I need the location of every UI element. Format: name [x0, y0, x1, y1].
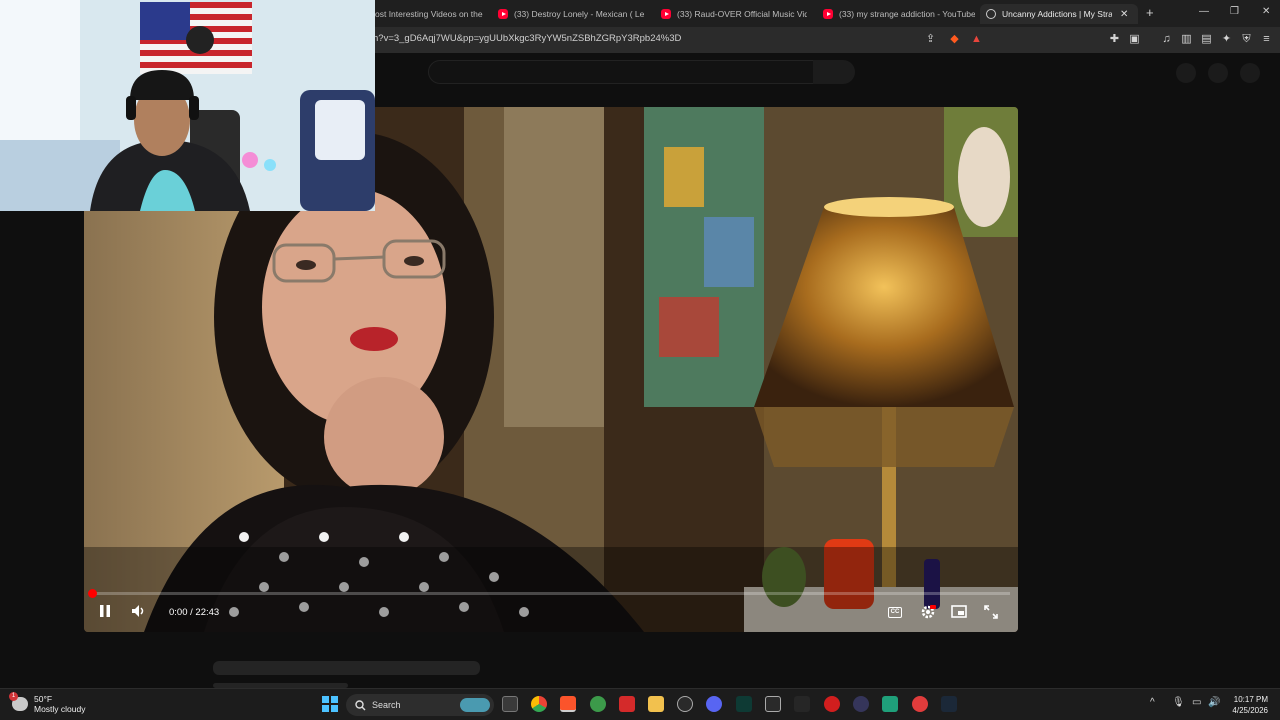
volume-icon	[132, 605, 144, 617]
vpn-icon[interactable]: ⛨	[1240, 33, 1253, 46]
wallet-icon[interactable]: ▤	[1200, 33, 1213, 46]
youtube-icon	[498, 9, 508, 19]
weather-temp: 50°F	[34, 694, 53, 704]
app-green-icon[interactable]	[882, 696, 898, 712]
capcut-icon[interactable]	[619, 696, 635, 712]
time-display: 0:00 / 22:43	[169, 607, 219, 618]
tab-destroy-lonely[interactable]: (33) Destroy Lonely - Mexican ( Leak	[498, 4, 644, 24]
taskbar-search[interactable]: Search	[346, 694, 494, 716]
app-icon[interactable]	[794, 696, 810, 712]
loading-icon	[986, 9, 996, 19]
search-icon	[355, 699, 366, 710]
music-icon[interactable]: ♫	[1160, 33, 1173, 46]
weather-widget[interactable]: 1 50°F Mostly cloudy	[9, 692, 86, 714]
obs-icon[interactable]	[853, 696, 869, 712]
brave-rewards-icon[interactable]: ▲	[970, 33, 983, 46]
youtube-search-button[interactable]	[813, 60, 855, 84]
tab-label: ost Interesting Videos on the I	[375, 9, 485, 19]
extensions-icon[interactable]: ✚	[1108, 33, 1121, 46]
steam-icon[interactable]	[941, 696, 957, 712]
weather-badge: 1	[9, 692, 18, 701]
system-clock[interactable]: 10:17 PM 4/25/2026	[1224, 694, 1268, 716]
xbox-icon[interactable]	[590, 696, 606, 712]
windows-logo-pane	[322, 705, 329, 712]
restore-button[interactable]: ❐	[1230, 6, 1239, 17]
youtube-search-input[interactable]	[428, 60, 814, 84]
windows-logo-pane	[331, 705, 338, 712]
start-button[interactable]	[322, 696, 338, 712]
windows-logo-icon	[322, 696, 329, 703]
terminal-icon[interactable]	[736, 696, 752, 712]
keyboard-icon[interactable]	[765, 696, 781, 712]
clock-time: 10:17 PM	[1233, 695, 1268, 704]
tab-label: (33) Destroy Lonely - Mexican ( Leak	[514, 9, 644, 19]
cursor-app-icon[interactable]	[677, 696, 693, 712]
youtube-icon	[823, 9, 833, 19]
chrome-icon[interactable]	[531, 696, 547, 712]
miniplayer-icon	[951, 605, 967, 618]
leo-ai-icon[interactable]: ✦	[1220, 33, 1233, 46]
notifications-icon[interactable]	[1208, 63, 1228, 83]
microphone-icon[interactable]: 🎙	[1172, 697, 1185, 708]
sidebar-icon[interactable]: ▥	[1180, 33, 1193, 46]
gear-icon	[921, 605, 936, 619]
title-placeholder	[213, 661, 480, 675]
progress-bar[interactable]	[88, 589, 1010, 598]
chevron-up-icon[interactable]: ^	[1150, 697, 1155, 708]
tab-label: Uncanny Addictions | My Strang	[1002, 9, 1112, 19]
close-window-button[interactable]: ✕	[1262, 6, 1270, 17]
youtube-icon	[661, 9, 671, 19]
close-tab-icon[interactable]: ✕	[1120, 9, 1128, 20]
search-highlight-icon	[460, 698, 490, 712]
pause-icon	[100, 605, 110, 617]
new-tab-button[interactable]: +	[1146, 5, 1154, 20]
avatar[interactable]	[1240, 63, 1260, 83]
tab-raud-over[interactable]: (33) Raud-OVER Official Music Video	[661, 4, 807, 24]
network-icon[interactable]: ▭	[1192, 697, 1201, 708]
windows-taskbar: 1 50°F Mostly cloudy Search ^ 🎙 ▭ 🔊 10:1…	[0, 688, 1280, 720]
captions-icon[interactable]: CC	[888, 607, 902, 618]
tab-label: (33) Raud-OVER Official Music Video	[677, 9, 807, 19]
file-explorer-icon[interactable]	[648, 696, 664, 712]
scrubber-handle[interactable]	[88, 589, 97, 598]
brave-icon[interactable]	[560, 696, 576, 712]
menu-icon[interactable]: ≡	[1260, 33, 1273, 46]
discord-icon[interactable]	[706, 696, 722, 712]
search-label: Search	[372, 700, 401, 710]
webcam-overlay	[0, 0, 375, 211]
windows-logo-pane	[331, 696, 338, 703]
opera-icon[interactable]	[824, 696, 840, 712]
current-time: 0:00	[169, 607, 188, 618]
app-red-icon[interactable]	[912, 696, 928, 712]
webcam-feed	[0, 0, 375, 211]
minimize-button[interactable]: —	[1199, 6, 1209, 17]
expand-icon	[984, 605, 998, 619]
tab-my-strange-addiction[interactable]: (33) my strange addiction - YouTube	[823, 4, 975, 24]
cloud-icon: 1	[9, 692, 28, 711]
screen: ost Interesting Videos on the I (33) Des…	[0, 0, 1280, 720]
duration: 22:43	[195, 607, 220, 618]
brave-shields-icon[interactable]: ◆	[948, 33, 961, 46]
tab-label: (33) my strange addiction - YouTube	[839, 9, 975, 19]
weather-desc: Mostly cloudy	[34, 704, 86, 714]
task-view-icon[interactable]	[502, 696, 518, 712]
clock-date: 4/25/2026	[1232, 706, 1268, 715]
share-icon[interactable]: ⇪	[924, 33, 937, 46]
speaker-icon[interactable]: 🔊	[1208, 697, 1220, 708]
screenshot-icon[interactable]: ▣	[1128, 33, 1141, 46]
url-field[interactable]: h?v=3_gD6Aqj7WU&pp=ygUUbXkgc3RyYW5nZSBhZ…	[373, 33, 681, 44]
tab-uncanny-addictions[interactable]: Uncanny Addictions | My Strang ✕	[980, 4, 1138, 24]
create-icon[interactable]	[1176, 63, 1196, 83]
tab-interesting-videos[interactable]: ost Interesting Videos on the I	[375, 4, 485, 24]
